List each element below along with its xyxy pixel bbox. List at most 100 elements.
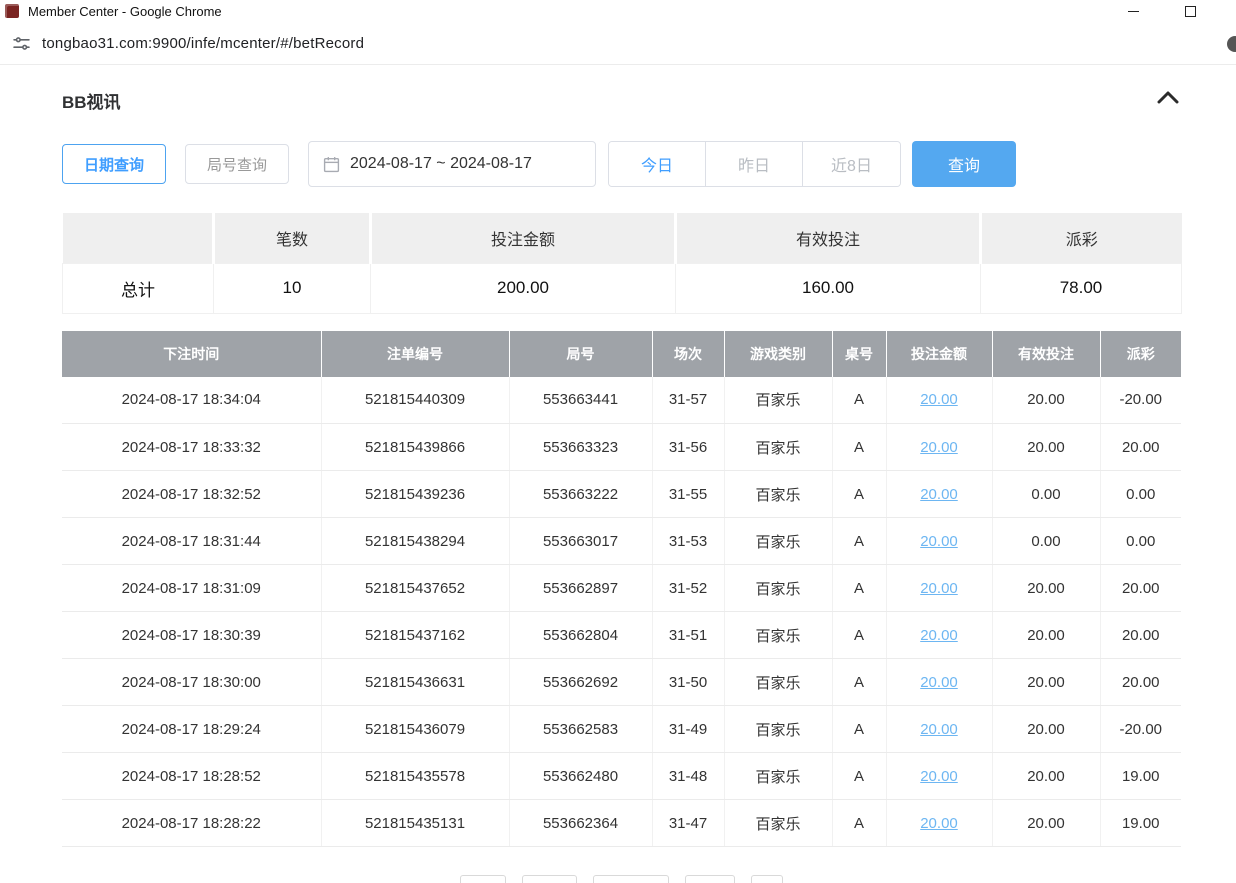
payout-cell: -20.00	[1100, 377, 1181, 424]
pagination-jump-input[interactable]	[751, 875, 783, 883]
order-number-cell: 521815439866	[321, 424, 509, 471]
column-header: 场次	[652, 331, 724, 377]
bet-amount-cell: 20.00	[886, 471, 992, 518]
session-cell: 31-52	[652, 565, 724, 612]
summary-header-row: 笔数 投注金额 有效投注 派彩	[63, 213, 1182, 263]
column-header: 派彩	[1100, 331, 1181, 377]
payout-cell: 19.00	[1100, 800, 1181, 847]
maximize-icon	[1185, 6, 1196, 17]
round-number-cell: 553662364	[509, 800, 652, 847]
summary-header-count: 笔数	[214, 213, 371, 263]
session-cell: 31-49	[652, 706, 724, 753]
round-number-cell: 553662583	[509, 706, 652, 753]
bet-amount-link[interactable]: 20.00	[920, 768, 958, 785]
table-number-cell: A	[832, 471, 886, 518]
minimize-button[interactable]	[1105, 0, 1162, 22]
column-header: 有效投注	[992, 331, 1100, 377]
date-range-input[interactable]: 2024-08-17 ~ 2024-08-17	[308, 141, 596, 187]
today-button[interactable]: 今日	[609, 142, 706, 186]
bet-record-table: 下注时间注单编号局号场次游戏类别桌号投注金额有效投注派彩 2024-08-17 …	[62, 331, 1181, 848]
valid-bet-cell: 20.00	[992, 377, 1100, 424]
game-type-cell: 百家乐	[724, 518, 832, 565]
bet-amount-link[interactable]: 20.00	[920, 486, 958, 503]
bet-amount-cell: 20.00	[886, 800, 992, 847]
round-query-tab[interactable]: 局号查询	[185, 144, 289, 184]
game-type-cell: 百家乐	[724, 706, 832, 753]
yesterday-button[interactable]: 昨日	[706, 142, 803, 186]
table-row: 2024-08-17 18:28:22521815435131553662364…	[62, 800, 1181, 847]
round-number-cell: 553662692	[509, 659, 652, 706]
maximize-button[interactable]	[1162, 0, 1219, 22]
table-row: 2024-08-17 18:28:52521815435578553662480…	[62, 753, 1181, 800]
bet-time-cell: 2024-08-17 18:33:32	[62, 424, 321, 471]
table-row: 2024-08-17 18:32:52521815439236553663222…	[62, 471, 1181, 518]
close-button[interactable]	[1219, 0, 1236, 22]
column-header: 桌号	[832, 331, 886, 377]
pagination-prev-button[interactable]	[460, 875, 506, 883]
summary-header-empty	[63, 213, 214, 263]
summary-total-row: 总计 10 200.00 160.00 78.00	[63, 263, 1182, 313]
order-number-cell: 521815438294	[321, 518, 509, 565]
url-text[interactable]: tongbao31.com:9900/infe/mcenter/#/betRec…	[42, 35, 364, 52]
session-cell: 31-50	[652, 659, 724, 706]
window-controls	[1105, 0, 1236, 22]
bet-amount-cell: 20.00	[886, 424, 992, 471]
valid-bet-cell: 20.00	[992, 800, 1100, 847]
bet-amount-link[interactable]: 20.00	[920, 533, 958, 550]
game-type-cell: 百家乐	[724, 471, 832, 518]
table-row: 2024-08-17 18:31:44521815438294553663017…	[62, 518, 1181, 565]
bet-amount-cell: 20.00	[886, 377, 992, 424]
panel-header: BB视讯	[62, 87, 1181, 113]
summary-header-valid-bet: 有效投注	[676, 213, 981, 263]
bet-amount-link[interactable]: 20.00	[920, 721, 958, 738]
bet-table-head-row: 下注时间注单编号局号场次游戏类别桌号投注金额有效投注派彩	[62, 331, 1181, 377]
session-cell: 31-48	[652, 753, 724, 800]
session-cell: 31-57	[652, 377, 724, 424]
payout-cell: 20.00	[1100, 659, 1181, 706]
round-number-cell: 553663017	[509, 518, 652, 565]
summary-bet-amount-value: 200.00	[371, 263, 676, 313]
table-row: 2024-08-17 18:30:39521815437162553662804…	[62, 612, 1181, 659]
bet-amount-link[interactable]: 20.00	[920, 580, 958, 597]
bet-amount-cell: 20.00	[886, 612, 992, 659]
pagination-page-size-select[interactable]	[593, 875, 669, 883]
bet-record-panel: BB视讯 日期查询 局号查询 2024-08-17 ~ 2024-08-17 今…	[62, 87, 1181, 883]
order-number-cell: 521815436631	[321, 659, 509, 706]
order-number-cell: 521815437652	[321, 565, 509, 612]
page-title: BB视讯	[62, 88, 121, 113]
valid-bet-cell: 20.00	[992, 612, 1100, 659]
bet-amount-cell: 20.00	[886, 565, 992, 612]
valid-bet-cell: 20.00	[992, 424, 1100, 471]
bet-time-cell: 2024-08-17 18:31:44	[62, 518, 321, 565]
pagination-page-button[interactable]	[522, 875, 577, 883]
date-query-tab[interactable]: 日期查询	[62, 144, 166, 184]
payout-cell: 0.00	[1100, 471, 1181, 518]
collapse-chevron-icon[interactable]	[1155, 87, 1181, 113]
column-header: 游戏类别	[724, 331, 832, 377]
table-number-cell: A	[832, 377, 886, 424]
bet-amount-link[interactable]: 20.00	[920, 674, 958, 691]
pagination-next-button[interactable]	[685, 875, 735, 883]
bet-amount-link[interactable]: 20.00	[920, 627, 958, 644]
profile-avatar[interactable]	[1227, 36, 1236, 52]
round-number-cell: 553663323	[509, 424, 652, 471]
order-number-cell: 521815436079	[321, 706, 509, 753]
bet-amount-link[interactable]: 20.00	[920, 439, 958, 456]
order-number-cell: 521815435131	[321, 800, 509, 847]
payout-cell: 20.00	[1100, 612, 1181, 659]
last-8-days-button[interactable]: 近8日	[803, 142, 900, 186]
bet-amount-link[interactable]: 20.00	[920, 391, 958, 408]
window-app-icon	[5, 4, 19, 18]
payout-cell: 19.00	[1100, 753, 1181, 800]
bet-amount-cell: 20.00	[886, 753, 992, 800]
game-type-cell: 百家乐	[724, 612, 832, 659]
table-row: 2024-08-17 18:31:09521815437652553662897…	[62, 565, 1181, 612]
site-settings-icon[interactable]	[10, 32, 32, 54]
bet-amount-link[interactable]: 20.00	[920, 815, 958, 832]
query-button[interactable]: 查询	[912, 141, 1016, 187]
summary-valid-bet-value: 160.00	[676, 263, 981, 313]
game-type-cell: 百家乐	[724, 377, 832, 424]
summary-count-value: 10	[214, 263, 371, 313]
column-header: 局号	[509, 331, 652, 377]
table-number-cell: A	[832, 706, 886, 753]
